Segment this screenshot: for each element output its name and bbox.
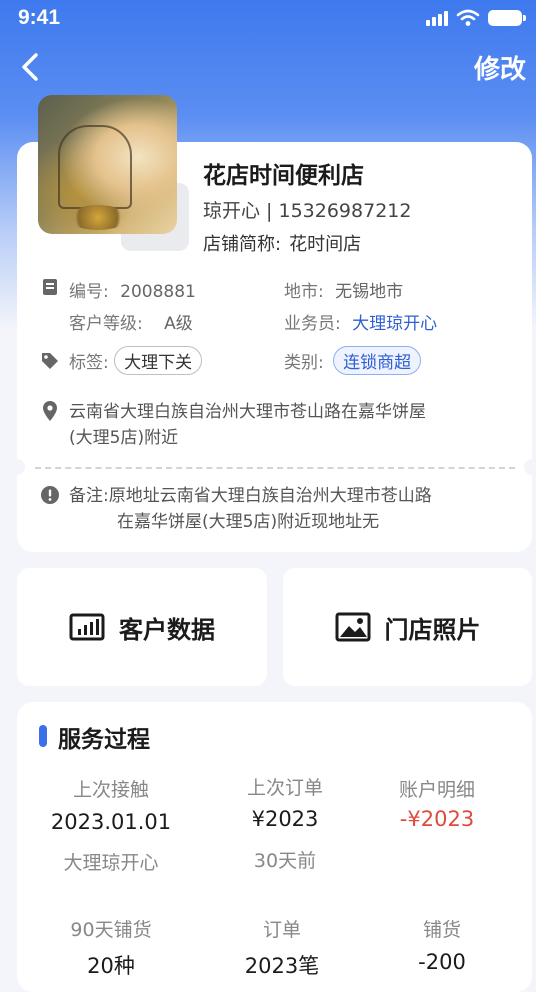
tag-row: 标签: 大理下关: [69, 346, 203, 375]
category-pill[interactable]: 连锁商超: [333, 346, 422, 375]
section-accent-bar: [39, 725, 47, 747]
customer-data-button[interactable]: 客户数据: [17, 568, 267, 686]
address-line-2: (大理5店)附近: [69, 428, 179, 448]
address-line-1: 云南省大理白族自治州大理市苍山路在嘉华饼屋: [69, 402, 426, 422]
status-icons: [426, 9, 526, 27]
city-row: 地市: 无锡地市: [284, 277, 403, 302]
code-row: 编号: 2008881: [69, 277, 196, 302]
remark-line-2: 在嘉华饼屋(大理5店)附近现地址无: [117, 512, 380, 532]
store-photos-label: 门店照片: [384, 615, 481, 644]
info-alert-icon: [41, 486, 59, 504]
code-value: 2008881: [120, 282, 196, 302]
image-icon: [335, 612, 370, 642]
location-pin-icon: [43, 401, 57, 421]
dashed-divider: [35, 467, 515, 469]
stock-value: -200: [418, 950, 466, 974]
status-bar: 9:41: [0, 0, 536, 36]
tag-pill[interactable]: 大理下关: [114, 346, 203, 375]
account-amount[interactable]: -¥2023: [357, 807, 517, 831]
address[interactable]: 云南省大理白族自治州大理市苍山路在嘉华饼屋 (大理5店)附近: [69, 399, 519, 451]
last-contact-label: 上次接触: [72, 779, 149, 801]
store-avatar[interactable]: [38, 95, 177, 234]
card-notch-left: [9, 459, 25, 475]
category-label: 类别:: [284, 353, 324, 373]
store-contact[interactable]: 琼开心 | 15326987212: [203, 196, 411, 223]
bar-chart-icon: [69, 613, 105, 641]
stock90-label: 90天铺货: [70, 919, 152, 941]
tag-icon: [42, 353, 58, 369]
level-value: A级: [164, 314, 193, 334]
signal-icon: [426, 10, 448, 26]
edit-button[interactable]: 修改: [474, 49, 526, 86]
orders-value: 2023笔: [244, 954, 320, 978]
last-contact-person: 大理琼开心: [63, 852, 159, 874]
code-label: 编号:: [69, 282, 109, 302]
store-photos-button[interactable]: 门店照片: [283, 568, 532, 686]
last-order-ago: 30天前: [253, 850, 317, 872]
level-row: 客户等级: A级: [69, 309, 193, 334]
id-card-icon: [43, 279, 57, 295]
orders-label: 订单: [262, 919, 301, 941]
remark-line-1: 备注:原地址云南省大理白族自治州大理市苍山路: [69, 486, 432, 506]
wifi-icon: [456, 9, 480, 26]
store-name: 花店时间便利店: [203, 163, 364, 189]
sales-value[interactable]: 大理琼开心: [352, 314, 437, 334]
back-chevron-icon[interactable]: [16, 50, 46, 84]
category-row: 类别: 连锁商超: [284, 346, 422, 375]
stock90-value: 20种: [87, 954, 135, 978]
last-order-label: 上次订单: [246, 777, 323, 799]
battery-icon: [488, 10, 526, 26]
customer-data-label: 客户数据: [119, 615, 215, 644]
service-title: 服务过程: [58, 727, 150, 753]
last-contact-date: 2023.01.01: [50, 810, 172, 834]
tag-label: 标签:: [69, 353, 109, 373]
short-name-value: 花时间店: [289, 234, 362, 255]
account-label[interactable]: 账户明细: [357, 775, 517, 802]
sales-row: 业务员: 大理琼开心: [284, 309, 437, 334]
status-time: 9:41: [18, 6, 61, 29]
remark: 备注:原地址云南省大理白族自治州大理市苍山路 在嘉华饼屋(大理5店)附近现地址无: [69, 483, 524, 535]
stock-label: 铺货: [422, 919, 461, 941]
short-name-label: 店铺简称:: [203, 234, 282, 255]
level-label: 客户等级:: [69, 314, 143, 334]
last-order-amount: ¥2023: [251, 807, 319, 831]
store-short-name: 店铺简称: 花时间店: [203, 230, 361, 256]
card-notch-right: [524, 459, 536, 475]
city-value: 无锡地市: [335, 282, 404, 302]
sales-label: 业务员:: [284, 314, 341, 334]
city-label: 地市:: [284, 282, 324, 302]
